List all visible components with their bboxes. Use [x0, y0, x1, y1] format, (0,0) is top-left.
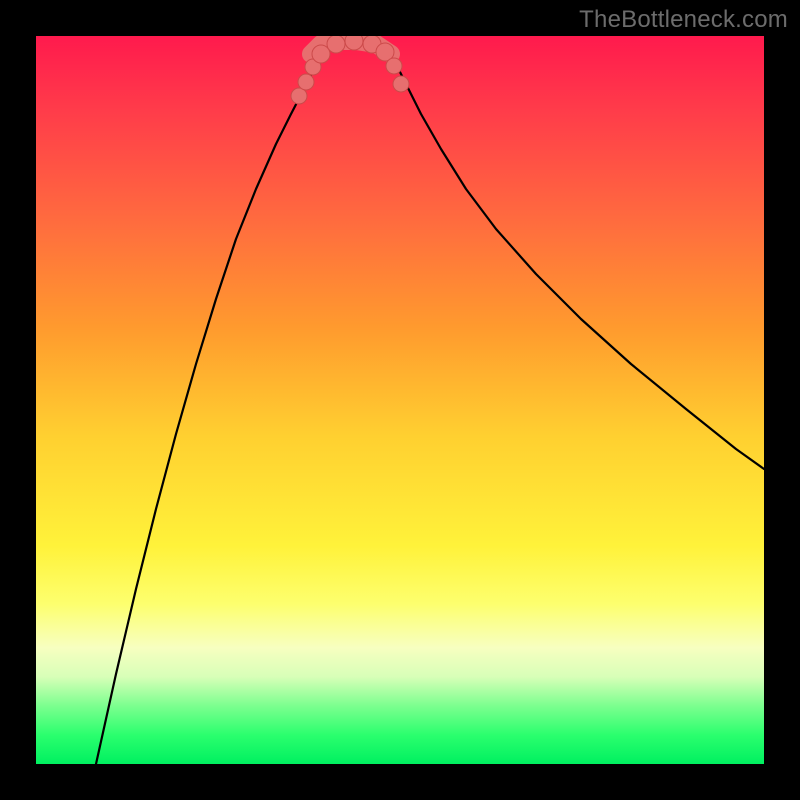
marker-dot: [386, 58, 402, 74]
marker-dot: [291, 88, 307, 104]
marker-dot: [298, 74, 314, 90]
marker-dot: [393, 76, 409, 92]
right-curve: [388, 49, 764, 469]
left-curve: [96, 49, 326, 764]
curve-layer: [96, 49, 764, 764]
watermark-text: TheBottleneck.com: [579, 6, 788, 34]
chart-svg: [36, 36, 764, 764]
marker-layer: [291, 36, 409, 104]
chart-frame: TheBottleneck.com: [0, 0, 800, 800]
marker-dot: [327, 36, 345, 53]
marker-dot: [345, 36, 363, 50]
chart-plot-area: [36, 36, 764, 764]
